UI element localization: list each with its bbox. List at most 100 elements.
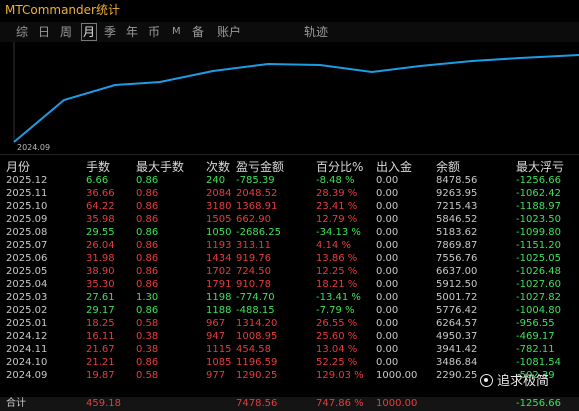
cell-pnl: -785.39 (236, 175, 275, 186)
table-row[interactable]: 2025.01 18.25 0.58 967 1314.20 26.55 % 0.00 626… (0, 317, 579, 330)
cell-month: 2025.07 (6, 240, 48, 251)
col-max-lots[interactable]: 最大手数 (136, 159, 184, 175)
tab-track[interactable]: 轨迹 (304, 24, 328, 40)
cell-month: 2025.04 (6, 279, 48, 290)
cell-pnl: -2686.25 (236, 227, 281, 238)
cell-balance: 5776.42 (436, 305, 478, 316)
cell-max-lots: 0.86 (136, 214, 159, 225)
cell-count: 1193 (206, 240, 232, 251)
cell-max-dd: -1062.42 (516, 188, 561, 199)
cell-inout: 0.00 (376, 331, 399, 342)
watermark-text: 追求极简 (497, 374, 550, 389)
tab-season[interactable]: 季 (104, 24, 116, 40)
total-inout: 1000.00 (376, 398, 418, 409)
cell-balance: 5846.52 (436, 214, 478, 225)
table-row[interactable]: 2024.10 21.21 0.86 1085 1196.59 52.25 % 0.00 34… (0, 356, 579, 369)
cell-month: 2024.09 (6, 370, 48, 381)
tab-account[interactable]: 账户 (217, 24, 241, 40)
table-row[interactable]: 2025.03 27.61 1.30 1198 -774.70 -13.41 % 0.00 5… (0, 291, 579, 304)
tab-day[interactable]: 日 (38, 24, 50, 40)
table-row[interactable]: 2025.04 35.30 0.86 1791 910.78 18.21 % 0.00 591… (0, 278, 579, 291)
cell-max-lots: 0.58 (136, 370, 159, 381)
cell-lots: 27.61 (86, 292, 115, 303)
cell-count: 3180 (206, 201, 232, 212)
cell-month: 2025.11 (6, 188, 48, 199)
table-row[interactable]: 2025.08 29.55 0.86 1050 -2686.25 -34.13 % 0.00… (0, 226, 579, 239)
cell-max-lots: 0.86 (136, 305, 159, 316)
cell-inout: 0.00 (376, 318, 399, 329)
tab-overall[interactable]: 综 (16, 24, 28, 40)
cell-lots: 18.25 (86, 318, 115, 329)
col-inout[interactable]: 出入金 (376, 159, 412, 175)
cell-pnl: 724.50 (236, 266, 271, 277)
cell-pct: -7.79 % (316, 305, 355, 316)
cell-month: 2024.10 (6, 357, 48, 368)
col-balance[interactable]: 余额 (436, 159, 460, 175)
table-row[interactable]: 2025.11 36.66 0.86 2084 2048.52 28.39 % 0.00 92… (0, 187, 579, 200)
col-pnl[interactable]: 盈亏金额 (236, 159, 284, 175)
tab-currency[interactable]: 币 (148, 24, 160, 40)
tab-month[interactable]: 月 (81, 23, 98, 41)
cell-pnl: 910.78 (236, 279, 271, 290)
cell-max-lots: 0.86 (136, 188, 159, 199)
table-row[interactable]: 2024.12 16.11 0.38 947 1008.95 25.60 % 0.00 495… (0, 330, 579, 343)
cell-pnl: 1196.59 (236, 357, 278, 368)
app-title: MTCommander统计 (5, 3, 120, 17)
tab-year[interactable]: 年 (126, 24, 138, 40)
cell-max-lots: 0.86 (136, 240, 159, 251)
cell-lots: 16.11 (86, 331, 115, 342)
total-row: 合计 459.18 7478.56 747.86 % 1000.00 -1256… (0, 397, 579, 411)
cell-pnl: -774.70 (236, 292, 275, 303)
table-row[interactable]: 2025.02 29.17 0.86 1188 -488.15 -7.79 % 0.00 57… (0, 304, 579, 317)
cell-month: 2025.08 (6, 227, 48, 238)
cell-lots: 36.66 (86, 188, 115, 199)
cell-max-lots: 0.86 (136, 227, 159, 238)
cell-month: 2025.12 (6, 175, 48, 186)
cell-inout: 0.00 (376, 279, 399, 290)
cell-max-lots: 0.86 (136, 253, 159, 264)
table-row[interactable]: 2025.12 6.66 0.86 240 -785.39 -8.48 % 0.00 8478… (0, 174, 579, 187)
cell-count: 1505 (206, 214, 232, 225)
tab-note[interactable]: 备 (192, 24, 204, 40)
table-row[interactable]: 2025.09 35.98 0.86 1505 662.90 12.79 % 0.00 584… (0, 213, 579, 226)
cell-pct: -8.48 % (316, 175, 355, 186)
cell-balance: 4950.37 (436, 331, 478, 342)
col-month[interactable]: 月份 (6, 159, 30, 175)
cell-count: 1115 (206, 344, 232, 355)
cell-count: 947 (206, 331, 226, 342)
cell-count: 1085 (206, 357, 232, 368)
cell-month: 2025.05 (6, 266, 48, 277)
cell-pnl: 1314.20 (236, 318, 278, 329)
total-pnl: 7478.56 (236, 398, 278, 409)
cell-pnl: 313.11 (236, 240, 271, 251)
table-row[interactable]: 2025.05 38.90 0.86 1702 724.50 12.25 % 0.00 663… (0, 265, 579, 278)
cell-pct: 4.14 % (316, 240, 351, 251)
table-row[interactable]: 2024.11 21.67 0.38 1115 454.58 13.04 % 0.00 394… (0, 343, 579, 356)
cell-lots: 26.04 (86, 240, 115, 251)
cell-inout: 0.00 (376, 292, 399, 303)
cell-pct: 12.79 % (316, 214, 358, 225)
balance-line (13, 54, 579, 143)
col-pct[interactable]: 百分比% (316, 159, 363, 175)
col-max-dd[interactable]: 最大浮亏 (516, 159, 564, 175)
table-row[interactable]: 2025.07 26.04 0.86 1193 313.11 4.14 % 0.00 7869… (0, 239, 579, 252)
balance-chart (0, 42, 579, 154)
table-row[interactable]: 2025.06 31.98 0.86 1434 919.76 13.86 % 0.00 755… (0, 252, 579, 265)
cell-pct: 12.25 % (316, 266, 358, 277)
tab-week[interactable]: 周 (60, 24, 72, 40)
cell-balance: 8478.56 (436, 175, 478, 186)
cell-month: 2024.11 (6, 344, 48, 355)
col-count[interactable]: 次数 (206, 159, 230, 175)
cell-count: 2084 (206, 188, 232, 199)
cell-max-dd: -1026.48 (516, 266, 561, 277)
cell-pnl: 919.76 (236, 253, 271, 264)
cell-max-lots: 0.86 (136, 357, 159, 368)
cell-pct: -13.41 % (316, 292, 361, 303)
table-row[interactable]: 2025.10 64.22 0.86 3180 1368.91 23.41 % 0.00 72… (0, 200, 579, 213)
cell-max-lots: 0.86 (136, 279, 159, 290)
cell-balance: 3486.84 (436, 357, 478, 368)
cell-max-dd: -1081.54 (516, 357, 561, 368)
cell-pnl: 454.58 (236, 344, 271, 355)
col-lots[interactable]: 手数 (86, 159, 110, 175)
tab-magic[interactable]: M (172, 24, 181, 40)
